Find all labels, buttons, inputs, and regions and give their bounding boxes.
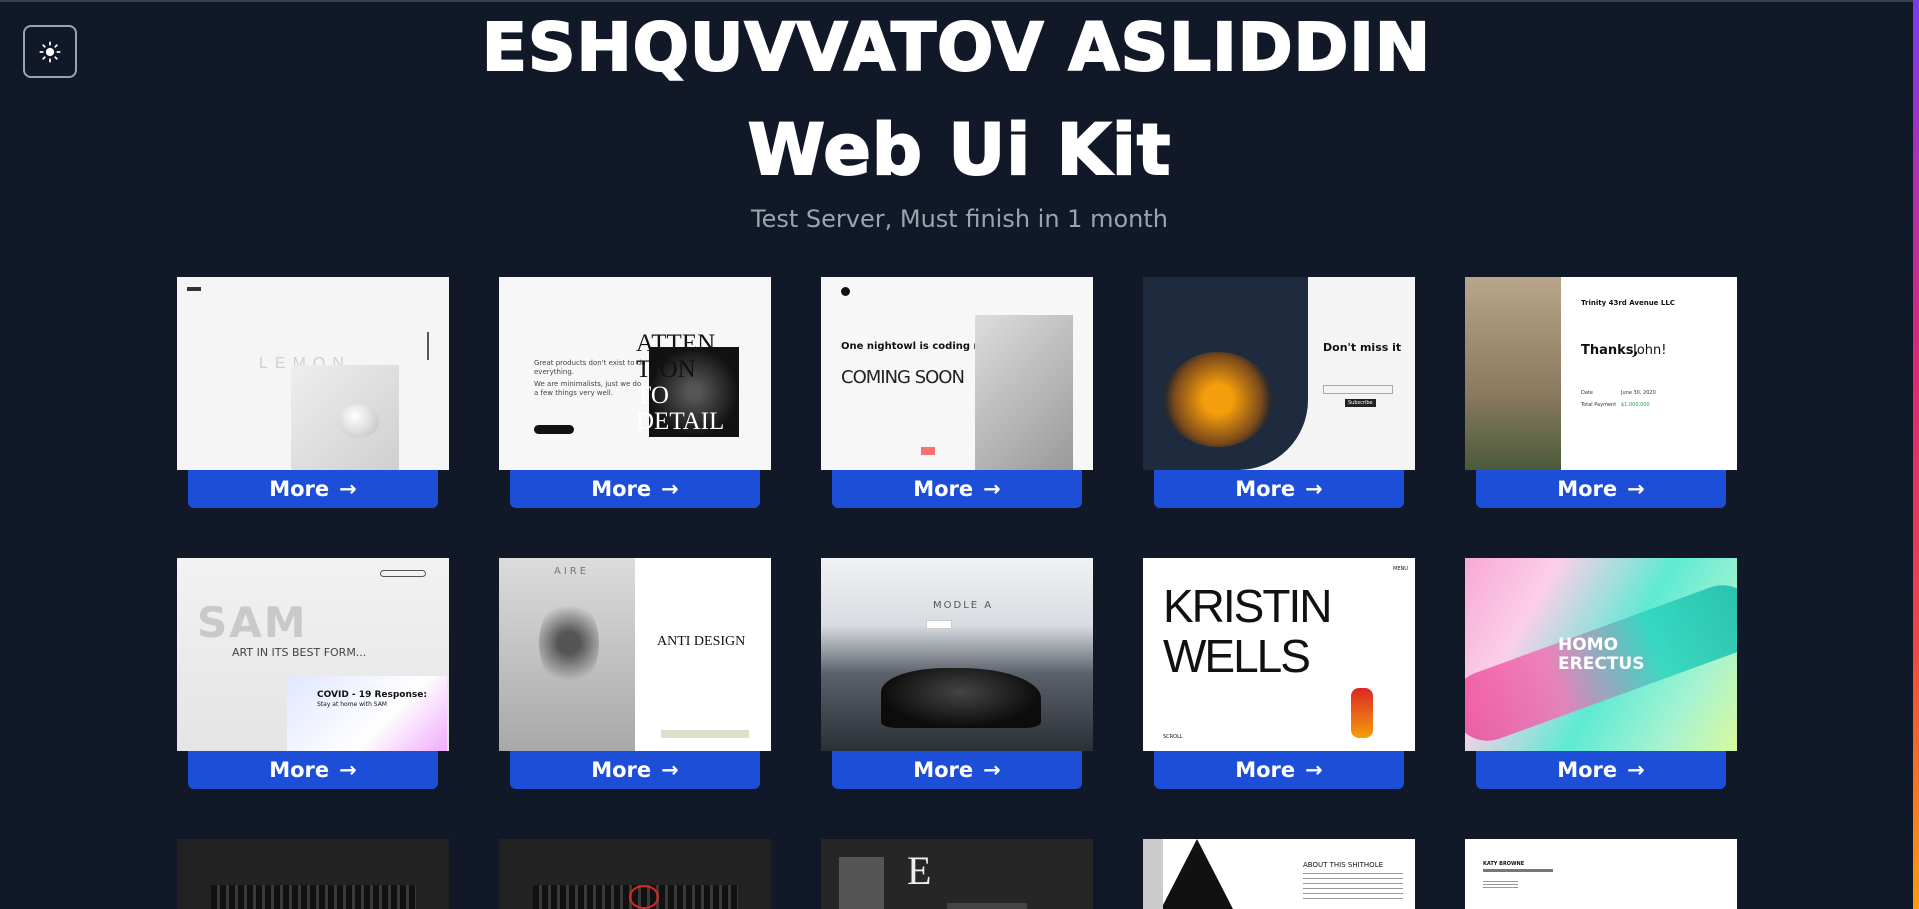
more-button[interactable]: More →: [1476, 470, 1726, 508]
thumbnail-dont-miss[interactable]: Don't miss it Subscribe: [1143, 277, 1415, 470]
thumbnail-about[interactable]: ABOUT THIS SHITHOLE: [1143, 839, 1415, 909]
thumbnail-model-a[interactable]: MODLE A: [821, 558, 1093, 751]
thumbnail-kristin[interactable]: MENU KRISTIN WELLS SCROLL: [1143, 558, 1415, 751]
card-grid: LEMON More → Great products don't exist t…: [0, 0, 1919, 909]
thumbnail-sam[interactable]: SAM ART IN ITS BEST FORM... COVID - 19 R…: [177, 558, 449, 751]
thumbnail-homo-erectus[interactable]: HOMO ERECTUS: [1465, 558, 1737, 751]
more-button[interactable]: More →: [188, 470, 438, 508]
more-button[interactable]: More →: [1154, 470, 1404, 508]
arrow-right-icon: →: [1627, 758, 1645, 782]
arrow-right-icon: →: [1627, 477, 1645, 501]
thumbnail-trinity[interactable]: Trinity 43rd Avenue LLC Thanks, John! Da…: [1465, 277, 1737, 470]
thumbnail-attention[interactable]: Great products don't exist to do everyth…: [499, 277, 771, 470]
thumbnail-coming-soon[interactable]: One nightowl is coding really hard COMIN…: [821, 277, 1093, 470]
arrow-right-icon: →: [1305, 758, 1323, 782]
arrow-right-icon: →: [661, 758, 679, 782]
arrow-right-icon: →: [1305, 477, 1323, 501]
thumbnail-dark-2[interactable]: [499, 839, 771, 909]
more-button[interactable]: More →: [510, 751, 760, 789]
more-button[interactable]: More →: [832, 751, 1082, 789]
more-button[interactable]: More →: [1154, 751, 1404, 789]
thumbnail-anti-design[interactable]: AIRE ANTI DESIGN: [499, 558, 771, 751]
more-button[interactable]: More →: [188, 751, 438, 789]
more-button[interactable]: More →: [832, 470, 1082, 508]
arrow-right-icon: →: [983, 477, 1001, 501]
thumbnail-dark-1[interactable]: [177, 839, 449, 909]
arrow-right-icon: →: [661, 477, 679, 501]
arrow-right-icon: →: [983, 758, 1001, 782]
thumbnail-lemon[interactable]: LEMON: [177, 277, 449, 470]
arrow-right-icon: →: [339, 758, 357, 782]
arrow-right-icon: →: [339, 477, 357, 501]
thumbnail-dark-e[interactable]: E: [821, 839, 1093, 909]
thumbnail-katy[interactable]: KATY BROWNE: [1465, 839, 1737, 909]
more-button[interactable]: More →: [510, 470, 760, 508]
more-button[interactable]: More →: [1476, 751, 1726, 789]
